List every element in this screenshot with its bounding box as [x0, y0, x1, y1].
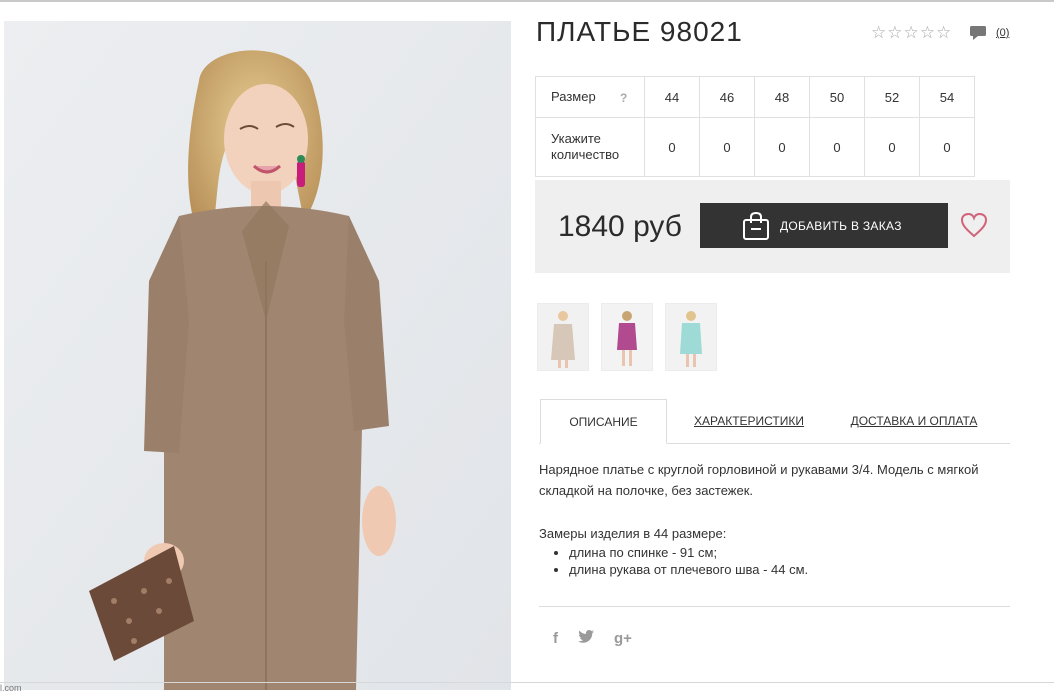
- product-photo-image: [4, 21, 511, 690]
- size-help-icon[interactable]: ?: [620, 90, 627, 106]
- thumbnail-magenta[interactable]: [601, 303, 653, 371]
- star-icon[interactable]: ☆: [920, 24, 935, 41]
- add-to-order-button[interactable]: ДОБАВИТЬ В ЗАКАЗ: [700, 203, 948, 248]
- size-value: 50: [809, 76, 865, 118]
- quantity-input[interactable]: 0: [699, 117, 755, 177]
- product-tabs: ОПИСАНИЕ ХАРАКТЕРИСТИКИ ДОСТАВКА И ОПЛАТ…: [539, 399, 1010, 444]
- buy-box: 1840 руб ДОБАВИТЬ В ЗАКАЗ: [535, 180, 1010, 273]
- size-value: 54: [919, 76, 975, 118]
- tab-characteristics[interactable]: ХАРАКТЕРИСТИКИ: [689, 399, 809, 443]
- star-icon[interactable]: ☆: [904, 24, 919, 41]
- divider: [539, 606, 1010, 607]
- size-label: Размер: [551, 89, 596, 104]
- footer-fragment: l.com: [0, 683, 22, 693]
- size-value: 44: [644, 76, 700, 118]
- star-icon[interactable]: ☆: [936, 24, 951, 41]
- thumbnail-list: [537, 303, 717, 371]
- product-description: Нарядное платье с круглой горловиной и р…: [539, 462, 979, 498]
- tab-description[interactable]: ОПИСАНИЕ: [540, 399, 667, 444]
- size-value: 52: [864, 76, 920, 118]
- size-value: 46: [699, 76, 755, 118]
- size-value: 48: [754, 76, 810, 118]
- quantity-input[interactable]: 0: [919, 117, 975, 177]
- thumbnail-mint[interactable]: [665, 303, 717, 371]
- add-to-order-label: ДОБАВИТЬ В ЗАКАЗ: [780, 218, 902, 233]
- heart-icon[interactable]: [960, 212, 988, 238]
- twitter-icon[interactable]: [578, 630, 594, 647]
- bottom-divider: [0, 682, 1054, 683]
- quantity-input[interactable]: 0: [644, 117, 700, 177]
- comments: (0): [970, 26, 1009, 40]
- size-label-cell: Размер ?: [535, 76, 645, 118]
- measurement-item: длина рукава от плечевого шва - 44 см.: [569, 561, 808, 578]
- comment-icon: [970, 26, 986, 40]
- quantity-input[interactable]: 0: [809, 117, 865, 177]
- shopping-bag-icon: [742, 211, 770, 241]
- quantity-label: Укажите количество: [535, 117, 645, 177]
- facebook-icon[interactable]: f: [553, 630, 558, 647]
- quantity-input[interactable]: 0: [864, 117, 920, 177]
- tab-delivery-payment[interactable]: ДОСТАВКА И ОПЛАТА: [849, 399, 979, 443]
- top-divider: [0, 0, 1054, 2]
- measurements: Замеры изделия в 44 размере: длина по сп…: [539, 523, 808, 578]
- star-icon[interactable]: ☆: [887, 24, 902, 41]
- thumbnail-beige[interactable]: [537, 303, 589, 371]
- product-title: ПЛАТЬЕ 98021: [536, 16, 743, 47]
- measurements-list: длина по спинке - 91 см; длина рукава от…: [539, 544, 808, 578]
- comments-count-link[interactable]: (0): [996, 27, 1009, 39]
- product-photo[interactable]: [4, 21, 511, 690]
- quantity-input[interactable]: 0: [754, 117, 810, 177]
- measurement-item: длина по спинке - 91 см;: [569, 544, 808, 561]
- star-icon[interactable]: ☆: [871, 24, 886, 41]
- price: 1840 руб: [558, 210, 682, 243]
- size-table: Размер ? 44 46 48 50 52 54 Укажите колич…: [535, 76, 975, 177]
- social-share: f g+: [553, 630, 632, 647]
- google-plus-icon[interactable]: g+: [614, 630, 632, 647]
- rating-stars[interactable]: ☆ ☆ ☆ ☆ ☆: [871, 24, 951, 41]
- measurements-title: Замеры изделия в 44 размере:: [539, 526, 727, 541]
